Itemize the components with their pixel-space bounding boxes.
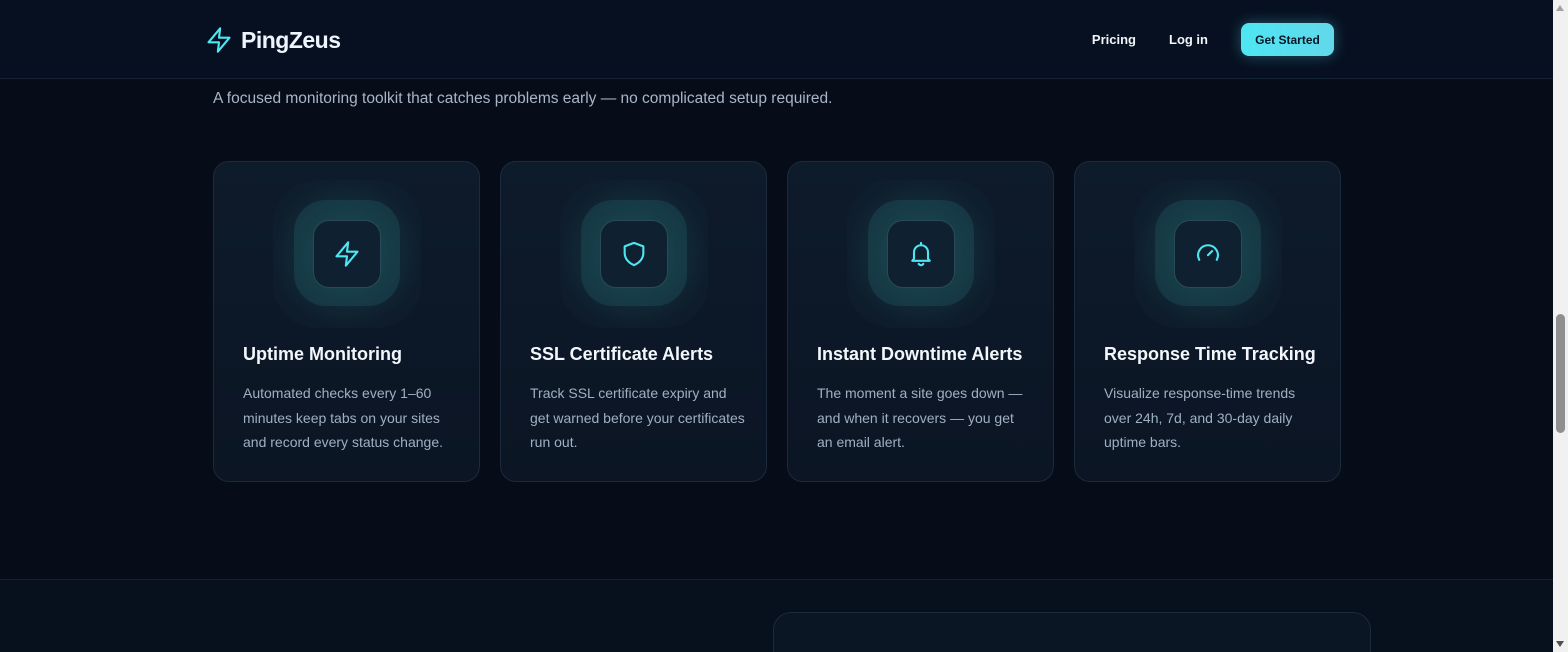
next-section-panel <box>773 612 1371 652</box>
scroll-down-icon[interactable] <box>1556 641 1564 647</box>
gauge-icon <box>1174 220 1242 288</box>
feature-cards: Uptime Monitoring Automated checks every… <box>213 161 1341 482</box>
get-started-button[interactable]: Get Started <box>1241 23 1334 56</box>
feature-title: Uptime Monitoring <box>243 344 402 364</box>
feature-description: Track SSL certificate expiry and get war… <box>530 385 745 450</box>
feature-card-uptime: Uptime Monitoring Automated checks every… <box>213 161 480 482</box>
page: PingZeus Pricing Log in Get Started A fo… <box>0 0 1568 652</box>
top-navbar: PingZeus Pricing Log in Get Started <box>0 0 1553 79</box>
vertical-scrollbar[interactable] <box>1553 0 1568 652</box>
nav-link-login[interactable]: Log in <box>1169 32 1208 47</box>
feature-title: SSL Certificate Alerts <box>530 344 714 364</box>
feature-description: Visualize response-time trends over 24h,… <box>1104 385 1296 450</box>
lightning-icon <box>313 220 381 288</box>
feature-title: Instant Downtime Alerts <box>817 344 1023 364</box>
brand-name: PingZeus <box>241 26 341 53</box>
brand-logo[interactable]: PingZeus <box>205 24 341 56</box>
scrollbar-thumb[interactable] <box>1556 314 1565 433</box>
section-subtitle: A focused monitoring toolkit that catche… <box>213 90 833 107</box>
feature-card-response-time: Response Time Tracking Visualize respons… <box>1074 161 1341 482</box>
lightning-icon <box>205 26 233 54</box>
scroll-up-icon[interactable] <box>1556 5 1564 11</box>
bell-icon <box>887 220 955 288</box>
feature-card-downtime: Instant Downtime Alerts The moment a sit… <box>787 161 1054 482</box>
main-nav: Pricing Log in Get Started <box>1092 23 1334 56</box>
shield-icon <box>600 220 668 288</box>
feature-title: Response Time Tracking <box>1104 344 1316 364</box>
feature-card-ssl: SSL Certificate Alerts Track SSL certifi… <box>500 161 767 482</box>
nav-link-pricing[interactable]: Pricing <box>1092 32 1136 47</box>
feature-description: The moment a site goes down — and when i… <box>817 385 1023 450</box>
feature-description: Automated checks every 1–60 minutes keep… <box>243 385 444 450</box>
